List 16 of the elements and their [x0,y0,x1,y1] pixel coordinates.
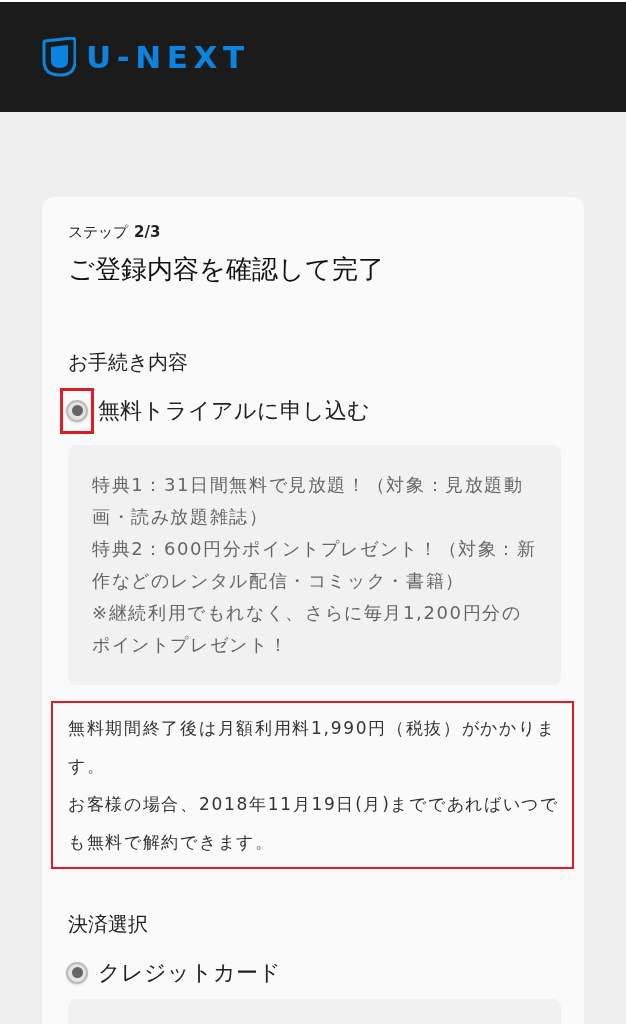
notice-text: お客様の場合、2018年11月19日(月)までであればいつでも無料で解約できます。 [68,792,560,854]
benefit-text: ※継続利用でもれなく、さらに毎月1,200円分のポイントプレゼント！ [92,600,523,657]
option-label[interactable]: 無料トライアルに申し込む [98,394,370,427]
logo-text: U-NEXT [86,37,250,77]
benefit-text: 特典1：31日間無料で見放題！（対象：見放題動画・読み放題雑誌） [92,472,525,529]
notice-text: 無料期間終了後は月額利用料1,990円（税抜）がかかります。 [68,716,557,778]
section-heading: お手続き内容 [68,348,189,376]
step-label: ステップ [68,222,128,243]
benefit-text: 特典2：600円分ポイントプレゼント！（対象：新作などのレンタル配信・コミック・書籍） [92,536,538,593]
radio-button[interactable] [66,399,88,422]
shield-icon [42,37,76,77]
page-title: ご登録内容を確認して完了 [68,252,385,286]
radio-button[interactable] [66,961,88,984]
option-label[interactable]: クレジットカード [98,956,281,989]
section-heading: 決済選択 [68,910,149,938]
step-count: 2/3 [134,222,161,243]
